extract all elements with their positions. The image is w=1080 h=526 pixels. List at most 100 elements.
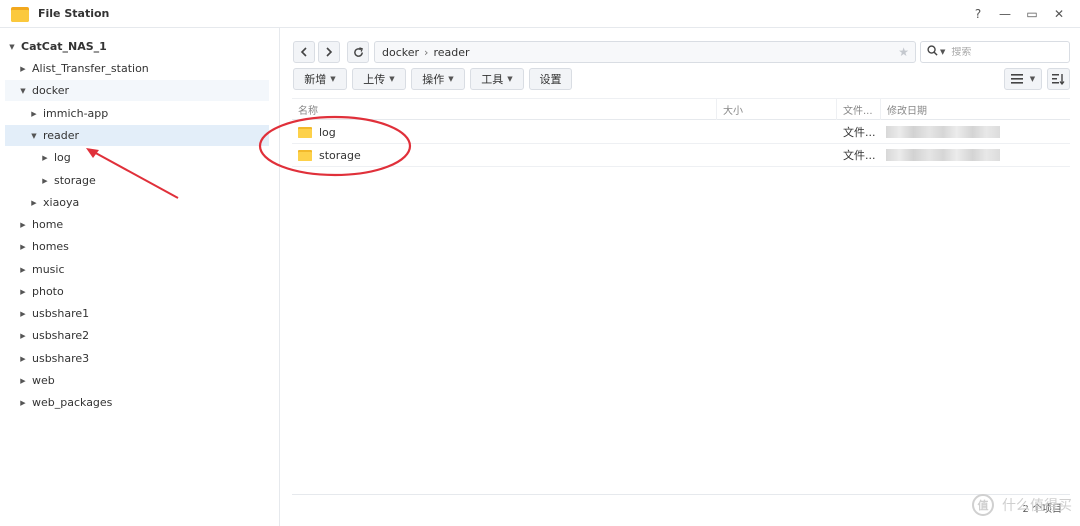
caret-down-icon[interactable]: ▼ [30,132,38,140]
close-icon[interactable]: ✕ [1052,7,1066,21]
tree-item-label: web_packages [32,396,113,409]
app-title: File Station [38,7,110,20]
refresh-button[interactable] [347,41,369,63]
caret-right-icon[interactable]: ▶ [30,199,38,207]
search-icon[interactable] [927,45,938,59]
chevron-left-icon [300,47,307,57]
caret-right-icon[interactable]: ▶ [41,177,49,185]
file-modified-date-redacted [886,144,1066,166]
column-header-name[interactable]: 名称 [292,99,716,120]
title-bar: File Station ? — ▭ ✕ [0,0,1080,28]
folder-icon [298,126,312,138]
tree-item-label: xiaoya [43,196,80,209]
tree-item-label: web [32,374,55,387]
tree-item-label: immich-app [43,107,109,120]
file-size [722,121,836,143]
minimize-icon[interactable]: — [998,7,1012,21]
tree-item-immich-app[interactable]: ▶ immich-app [5,103,269,124]
tree-item-homes[interactable]: ▶ homes [5,236,269,257]
caret-down-icon[interactable]: ▼ [8,43,16,51]
tree-item-reader[interactable]: ▼ reader [5,125,269,146]
tree-item-web-packages[interactable]: ▶ web_packages [5,392,269,413]
chevron-down-icon: ▼ [389,75,395,83]
search-box[interactable]: ▼ [920,41,1070,63]
upload-button[interactable]: 上传 ▼ [352,68,406,90]
tree-item-label: home [32,218,64,231]
file-name-cell[interactable]: log [298,121,716,143]
create-button[interactable]: 新增 ▼ [293,68,347,90]
tree-item-label: usbshare1 [32,307,90,320]
caret-right-icon[interactable]: ▶ [19,221,27,229]
action-button[interactable]: 操作 ▼ [411,68,465,90]
tree-item-photo[interactable]: ▶ photo [5,281,269,302]
caret-right-icon[interactable]: ▶ [19,332,27,340]
settings-button[interactable]: 设置 [529,68,572,90]
tools-button[interactable]: 工具 ▼ [470,68,524,90]
tree-item-label: docker [32,84,70,97]
table-row[interactable]: log 文件... [292,121,1070,144]
caret-right-icon[interactable]: ▶ [19,377,27,385]
tree-item-label: log [54,151,71,164]
column-header-type[interactable]: 文件... [836,99,880,120]
table-row[interactable]: storage 文件... [292,144,1070,167]
file-size [722,144,836,166]
chevron-down-icon[interactable]: ▼ [940,48,945,56]
star-icon[interactable]: ★ [898,45,909,59]
chevron-down-icon: ▼ [1029,75,1036,83]
watermark-text: 什么值得买 [1002,498,1072,514]
refresh-icon [353,46,363,57]
sort-icon [1052,73,1065,85]
sort-button[interactable] [1047,68,1070,90]
tree-item-label: photo [32,285,64,298]
tree-item-label: storage [54,174,96,187]
forward-button[interactable] [318,41,340,63]
caret-right-icon[interactable]: ▶ [19,243,27,251]
tree-item-label: music [32,263,65,276]
column-header-modified[interactable]: 修改日期 [880,99,1070,120]
tree-item-xiaoya[interactable]: ▶ xiaoya [5,192,269,213]
path-separator: › [424,45,429,59]
tree-item-alist-transfer-station[interactable]: ▶ Alist_Transfer_station [5,58,269,79]
back-button[interactable] [293,41,315,63]
tree-item-music[interactable]: ▶ music [5,259,269,280]
search-input[interactable] [951,46,1052,58]
tree-item-label: usbshare2 [32,329,90,342]
tree-item-usbshare2[interactable]: ▶ usbshare2 [5,325,269,346]
tree-item-usbshare1[interactable]: ▶ usbshare1 [5,303,269,324]
watermark: 值 什么值得买 [942,490,1072,520]
chevron-down-icon: ▼ [507,75,513,83]
file-type: 文件... [843,149,876,162]
tree-item-storage[interactable]: ▶ storage [5,170,269,191]
file-name-cell[interactable]: storage [298,144,716,166]
path-segment-docker[interactable]: docker [382,46,419,59]
tree-item-usbshare3[interactable]: ▶ usbshare3 [5,348,269,369]
path-segment-reader[interactable]: reader [433,46,469,59]
help-icon[interactable]: ? [971,7,985,21]
view-mode-button[interactable]: ▼ [1004,68,1042,90]
file-station-icon [11,6,29,22]
tree-item-log[interactable]: ▶ log [5,147,269,168]
chevron-right-icon [326,47,333,57]
caret-right-icon[interactable]: ▶ [19,266,27,274]
caret-right-icon[interactable]: ▶ [19,65,27,73]
file-table-header: 名称 大小 文件... 修改日期 [292,98,1070,120]
caret-down-icon[interactable]: ▼ [19,87,27,95]
caret-right-icon[interactable]: ▶ [19,288,27,296]
caret-right-icon[interactable]: ▶ [19,310,27,318]
tree-item-label: CatCat_NAS_1 [21,40,107,53]
caret-right-icon[interactable]: ▶ [41,154,49,162]
tree-item-label: Alist_Transfer_station [32,62,149,75]
file-name: storage [319,148,361,162]
path-bar[interactable]: docker › reader ★ [374,41,916,63]
redacted-date [886,126,1000,138]
tree-item-home[interactable]: ▶ home [5,214,269,235]
maximize-icon[interactable]: ▭ [1025,7,1039,21]
tree-item-docker[interactable]: ▼ docker [5,80,269,101]
caret-right-icon[interactable]: ▶ [30,110,38,118]
caret-right-icon[interactable]: ▶ [19,399,27,407]
tree-item-web[interactable]: ▶ web [5,370,269,391]
chevron-down-icon: ▼ [330,75,336,83]
column-header-size[interactable]: 大小 [716,99,836,120]
caret-right-icon[interactable]: ▶ [19,355,27,363]
tree-item-catcat-nas-1[interactable]: ▼ CatCat_NAS_1 [5,36,269,57]
